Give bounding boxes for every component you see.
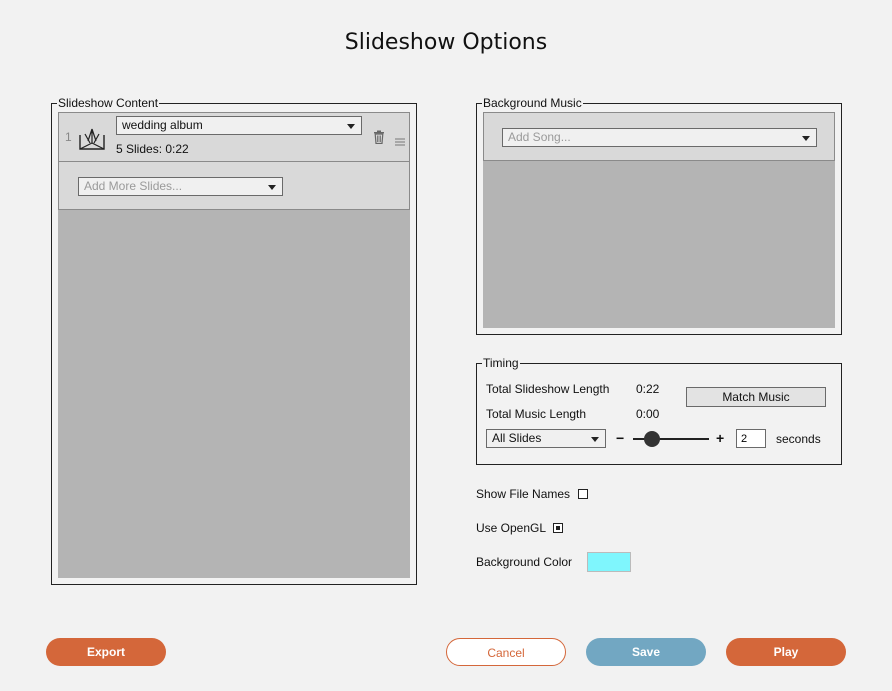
drag-handle-icon[interactable] (395, 133, 405, 151)
chevron-down-icon (802, 136, 810, 141)
save-button[interactable]: Save (586, 638, 706, 666)
seconds-label: seconds (776, 432, 821, 446)
add-song-row: Add Song... (483, 112, 835, 161)
background-color-label: Background Color (476, 555, 573, 569)
timing-legend: Timing (483, 356, 519, 370)
total-slideshow-length-label: Total Slideshow Length (486, 382, 610, 396)
album-select[interactable]: wedding album (116, 116, 362, 135)
add-more-slides-row: Add More Slides... (58, 161, 410, 210)
total-slideshow-length-value: 0:22 (636, 382, 660, 396)
album-select-value: wedding album (122, 118, 203, 132)
use-opengl-checkbox[interactable] (553, 523, 563, 533)
slide-scope-value: All Slides (492, 431, 542, 445)
trash-icon[interactable] (373, 130, 385, 149)
use-opengl-label: Use OpenGL (476, 521, 547, 535)
page-title: Slideshow Options (344, 30, 548, 55)
show-file-names-checkbox[interactable] (578, 489, 588, 499)
chevron-down-icon (268, 185, 276, 190)
duration-slider-thumb[interactable] (644, 431, 660, 447)
slide-scope-select[interactable]: All Slides (486, 429, 606, 448)
add-more-slides-select[interactable]: Add More Slides... (78, 177, 283, 196)
show-file-names-label: Show File Names (476, 487, 571, 501)
add-song-select[interactable]: Add Song... (502, 128, 817, 147)
cancel-button[interactable]: Cancel (446, 638, 566, 666)
chevron-down-icon (347, 124, 355, 129)
background-color-swatch[interactable] (587, 552, 631, 572)
chevron-down-icon (591, 437, 599, 442)
decrease-duration-button[interactable]: − (616, 430, 624, 446)
duration-seconds-input[interactable] (736, 429, 766, 448)
add-song-placeholder: Add Song... (508, 130, 571, 144)
album-icon (78, 125, 106, 156)
checkbox-checked-mark (556, 526, 560, 530)
slide-group-index: 1 (65, 130, 72, 144)
export-button[interactable]: Export (46, 638, 166, 666)
increase-duration-button[interactable]: + (716, 430, 724, 446)
slide-group-summary: 5 Slides: 0:22 (116, 142, 189, 156)
slideshow-content-legend: Slideshow Content (58, 96, 159, 110)
match-music-button[interactable]: Match Music (686, 387, 826, 407)
add-more-slides-placeholder: Add More Slides... (84, 179, 183, 193)
background-music-legend: Background Music (483, 96, 582, 110)
play-button[interactable]: Play (726, 638, 846, 666)
slide-group-row[interactable]: 1 wedding album 5 Slides: 0:22 (58, 112, 410, 162)
total-music-length-value: 0:00 (636, 407, 660, 421)
total-music-length-label: Total Music Length (486, 407, 587, 421)
